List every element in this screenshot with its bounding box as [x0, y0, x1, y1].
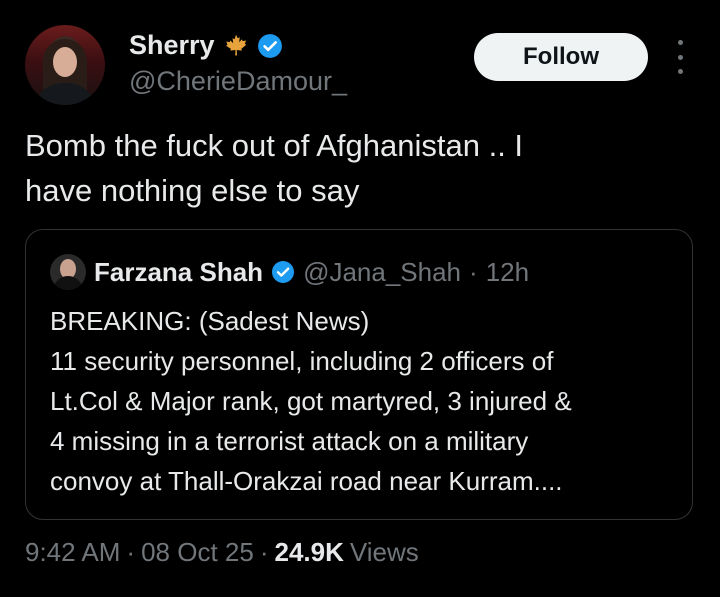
- verified-badge-icon: [257, 33, 283, 59]
- tweet-date[interactable]: 08 Oct 25: [141, 537, 254, 568]
- author-handle[interactable]: @CherieDamour_: [129, 66, 347, 97]
- quoted-tweet-card[interactable]: Farzana Shah @Jana_Shah · 12h BREAKING: …: [25, 229, 693, 520]
- quoted-avatar-body: [53, 276, 83, 290]
- avatar-face: [53, 47, 77, 77]
- tweet-text: Bomb the fuck out of Afghanistan .. I ha…: [25, 123, 695, 213]
- quoted-timestamp[interactable]: 12h: [486, 257, 529, 288]
- metadata-separator: ·: [126, 537, 136, 567]
- more-dot: [677, 40, 683, 45]
- quoted-author-name[interactable]: Farzana Shah: [94, 257, 263, 288]
- quoted-author-avatar[interactable]: [50, 254, 86, 290]
- follow-button[interactable]: Follow: [474, 33, 648, 81]
- verified-badge-icon: [271, 260, 295, 284]
- quoted-author-handle[interactable]: @Jana_Shah: [303, 257, 461, 288]
- quoted-tweet-text: BREAKING: (Sadest News) 11 security pers…: [50, 301, 680, 501]
- quoted-text-line: 4 missing in a terrorist attack on a mil…: [50, 426, 529, 456]
- quoted-text-line: Lt.Col & Major rank, got martyred, 3 inj…: [50, 386, 572, 416]
- author-display-name[interactable]: Sherry: [129, 30, 215, 61]
- tweet-text-line: Bomb the fuck out of Afghanistan .. I: [25, 128, 524, 163]
- views-count[interactable]: 24.9K: [274, 537, 343, 568]
- maple-leaf-icon: [223, 33, 249, 59]
- more-dot: [677, 69, 683, 74]
- tweet-time[interactable]: 9:42 AM: [25, 537, 120, 568]
- more-options-icon[interactable]: [670, 40, 690, 74]
- author-avatar[interactable]: [25, 25, 105, 105]
- quoted-text-line: 11 security personnel, including 2 offic…: [50, 346, 554, 376]
- author-name-row: Sherry: [129, 30, 283, 61]
- quoted-text-line: convoy at Thall-Orakzai road near Kurram…: [50, 466, 563, 496]
- quoted-tweet-header: Farzana Shah @Jana_Shah · 12h: [50, 254, 529, 290]
- views-label: Views: [349, 537, 419, 567]
- more-dot: [677, 54, 683, 60]
- tweet-text-line: have nothing else to say: [25, 173, 360, 208]
- metadata-separator: ·: [259, 537, 269, 567]
- tweet-metadata: 9:42 AM · 08 Oct 25 · 24.9K Views: [25, 537, 419, 568]
- quoted-text-line: BREAKING: (Sadest News): [50, 306, 370, 336]
- quoted-separator: ·: [469, 256, 478, 287]
